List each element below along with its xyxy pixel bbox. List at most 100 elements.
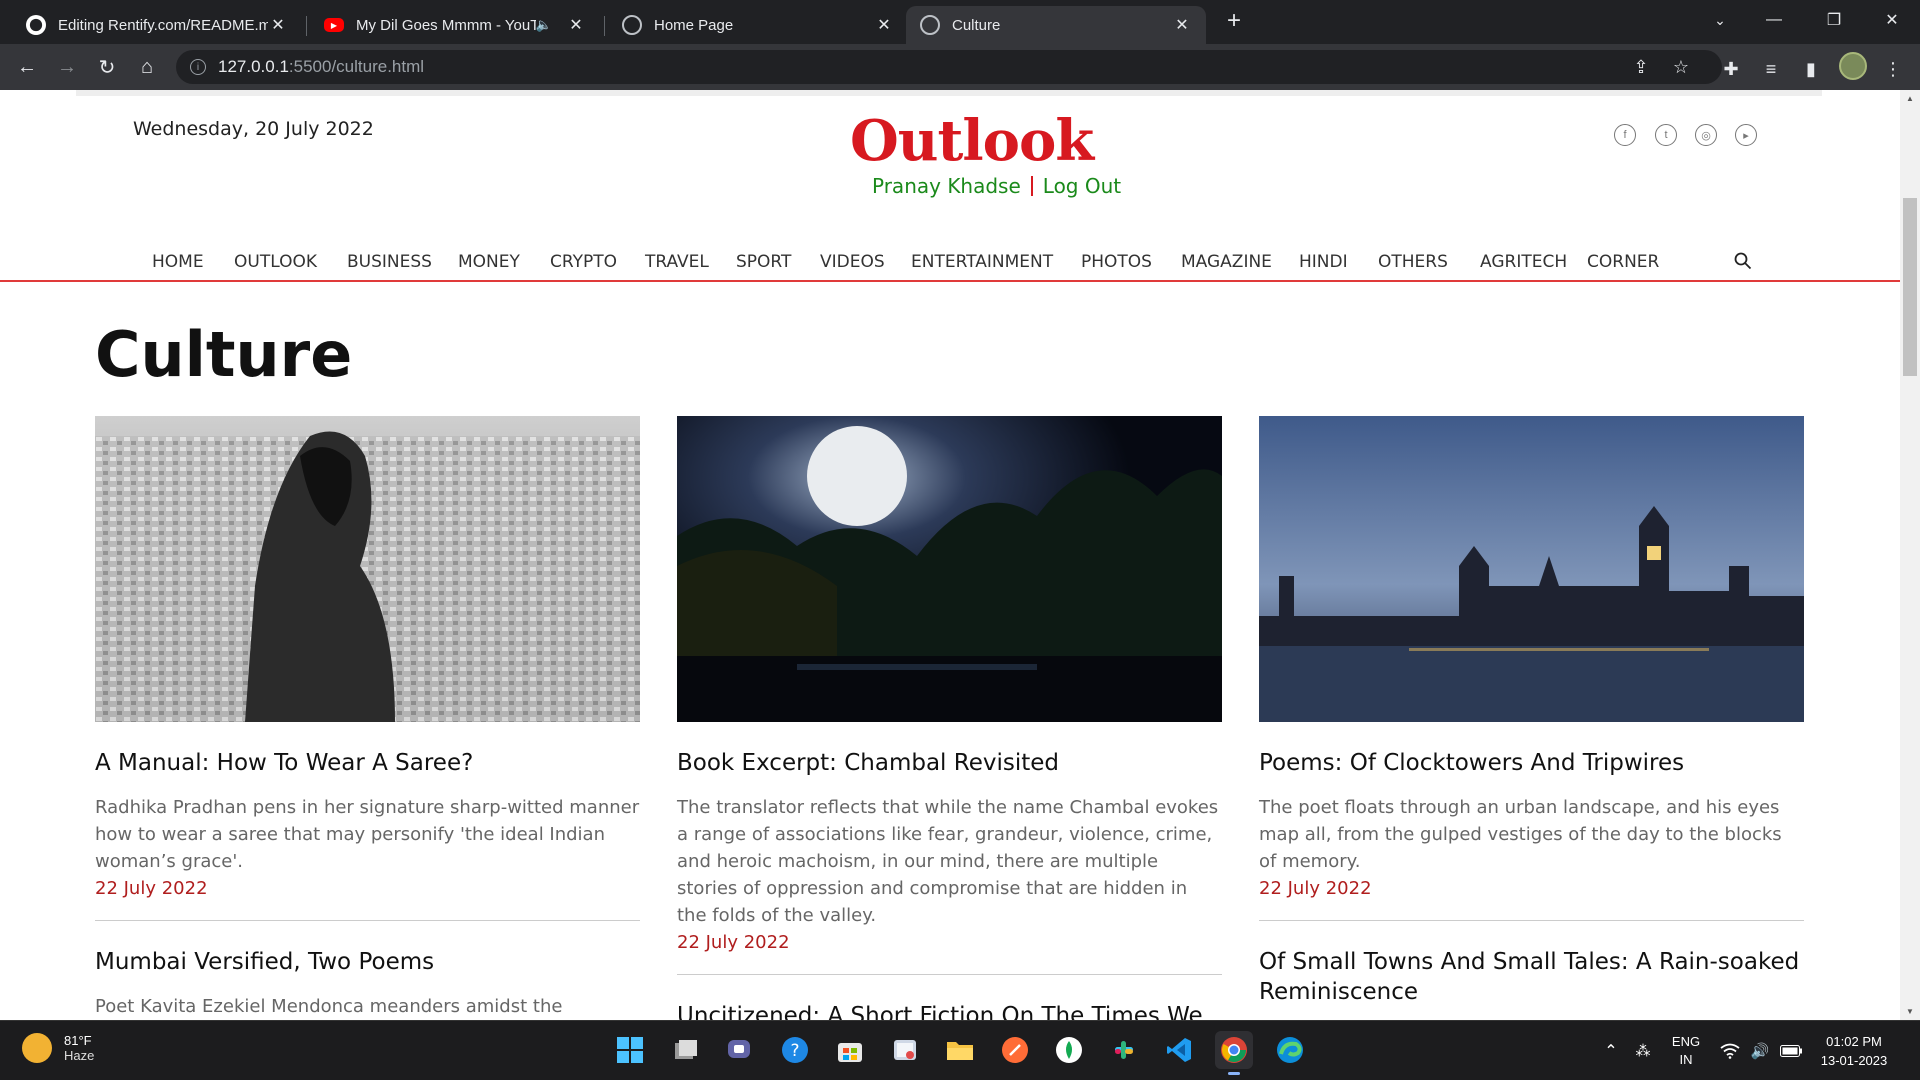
instagram-icon[interactable]: ◎ xyxy=(1695,124,1717,146)
weather-widget[interactable]: 81°F Haze xyxy=(22,1033,94,1063)
slack-icon[interactable] xyxy=(1105,1031,1143,1069)
article-title[interactable]: Poems: Of Clocktowers And Tripwires xyxy=(1259,748,1804,778)
main-nav: HOME OUTLOOK BUSINESS MONEY CRYPTO TRAVE… xyxy=(0,250,1900,282)
nav-videos[interactable]: VIDEOS xyxy=(820,252,885,272)
article-date: 22 July 2022 xyxy=(95,878,208,899)
task-view-icon[interactable] xyxy=(667,1031,705,1069)
youtube-icon[interactable]: ▸ xyxy=(1735,124,1757,146)
article-image-clocktower[interactable] xyxy=(1259,416,1804,722)
chevron-up-icon[interactable]: ⌃ xyxy=(1596,1021,1626,1080)
scroll-up-arrow-icon[interactable]: ▲ xyxy=(1900,94,1920,103)
nav-home[interactable]: HOME xyxy=(152,252,204,272)
tab-youtube[interactable]: ▶ My Dil Goes Mmmm - YouTube 🔈 ✕ xyxy=(310,6,600,44)
article-title[interactable]: Uncitizened: A Short Fiction On The Time… xyxy=(677,1001,1222,1020)
github-icon xyxy=(26,15,46,35)
address-bar[interactable]: i 127.0.0.1:5500/culture.html xyxy=(176,50,1722,84)
youtube-icon: ▶ xyxy=(324,18,344,32)
close-icon[interactable]: ✕ xyxy=(1172,15,1192,35)
minimize-button[interactable]: — xyxy=(1746,0,1802,40)
clock[interactable]: 01:02 PM 13-01-2023 xyxy=(1812,1021,1896,1080)
side-panel-icon[interactable]: ▮ xyxy=(1794,52,1828,86)
article-card[interactable]: Poems: Of Clocktowers And Tripwires The … xyxy=(1259,416,1804,1007)
volume-icon[interactable]: 🔊 xyxy=(1746,1021,1774,1080)
clock-time: 01:02 PM xyxy=(1826,1034,1882,1049)
network-sync-icon[interactable]: ⁂ xyxy=(1628,1021,1658,1080)
article-date: 22 July 2022 xyxy=(677,932,790,953)
snipping-tool-icon[interactable] xyxy=(886,1031,924,1069)
svg-text:?: ? xyxy=(790,1041,799,1061)
close-icon[interactable]: ✕ xyxy=(268,15,288,35)
back-arrow-icon[interactable]: ← xyxy=(12,52,42,82)
article-card[interactable]: Book Excerpt: Chambal Revisited The tran… xyxy=(677,416,1222,1020)
home-icon[interactable]: ⌂ xyxy=(132,52,162,82)
web-page: Wednesday, 20 July 2022 Outlook Pranay K… xyxy=(0,90,1900,1020)
search-icon[interactable] xyxy=(1734,252,1752,270)
close-window-button[interactable]: ✕ xyxy=(1864,0,1920,40)
article-title[interactable]: Of Small Towns And Small Tales: A Rain-s… xyxy=(1259,947,1804,1007)
globe-icon xyxy=(622,15,642,35)
scroll-down-arrow-icon[interactable]: ▼ xyxy=(1900,1007,1920,1016)
postman-icon[interactable] xyxy=(996,1031,1034,1069)
twitter-icon[interactable]: t xyxy=(1655,124,1677,146)
tab-github-readme[interactable]: Editing Rentify.com/README.md ✕ xyxy=(12,6,302,44)
info-icon[interactable]: i xyxy=(190,59,206,75)
nav-crypto[interactable]: CRYPTO xyxy=(550,252,617,272)
nav-corner[interactable]: CORNER xyxy=(1587,252,1659,272)
scrollbar-thumb[interactable] xyxy=(1903,198,1917,376)
speaker-icon[interactable]: 🔈 xyxy=(536,17,552,33)
article-image-saree[interactable] xyxy=(95,416,640,722)
share-icon[interactable]: ⇪ xyxy=(1624,50,1658,84)
vscode-icon[interactable] xyxy=(1160,1031,1198,1069)
media-queue-icon[interactable]: ≡ xyxy=(1754,52,1788,86)
nav-magazine[interactable]: MAGAZINE xyxy=(1181,252,1272,272)
restore-button[interactable]: ❐ xyxy=(1806,0,1862,40)
new-tab-button[interactable]: + xyxy=(1220,6,1248,38)
article-title[interactable]: Mumbai Versified, Two Poems xyxy=(95,947,640,977)
user-name-link[interactable]: Pranay Khadse xyxy=(872,174,1021,198)
page-scrollbar[interactable]: ▲ ▼ xyxy=(1900,90,1920,1020)
article-card[interactable]: A Manual: How To Wear A Saree? Radhika P… xyxy=(95,416,640,1020)
facebook-icon[interactable]: f xyxy=(1614,124,1636,146)
file-explorer-icon[interactable] xyxy=(941,1031,979,1069)
nav-agritech[interactable]: AGRITECH xyxy=(1480,252,1567,272)
bookmark-star-icon[interactable]: ☆ xyxy=(1664,50,1698,84)
divider xyxy=(1259,920,1804,921)
nav-travel[interactable]: TRAVEL xyxy=(645,252,709,272)
nav-entertainment[interactable]: ENTERTAINMENT xyxy=(911,252,1053,272)
kebab-menu-icon[interactable]: ⋮ xyxy=(1876,52,1910,86)
nav-sport[interactable]: SPORT xyxy=(736,252,791,272)
logout-link[interactable]: Log Out xyxy=(1043,174,1121,198)
outlook-logo[interactable]: Outlook xyxy=(850,108,1094,174)
nav-business[interactable]: BUSINESS xyxy=(347,252,432,272)
nav-photos[interactable]: PHOTOS xyxy=(1081,252,1152,272)
nav-hindi[interactable]: HINDI xyxy=(1299,252,1348,272)
extensions-puzzle-icon[interactable]: ✚ xyxy=(1714,52,1748,86)
nav-outlook[interactable]: OUTLOOK xyxy=(234,252,317,272)
language-indicator[interactable]: ENG IN xyxy=(1666,1021,1706,1080)
windows-start-icon[interactable] xyxy=(611,1031,649,1069)
article-title[interactable]: A Manual: How To Wear A Saree? xyxy=(95,748,640,778)
microsoft-store-icon[interactable] xyxy=(831,1031,869,1069)
help-icon[interactable]: ? xyxy=(776,1031,814,1069)
tab-home-page[interactable]: Home Page ✕ xyxy=(608,6,908,44)
article-title[interactable]: Book Excerpt: Chambal Revisited xyxy=(677,748,1222,778)
nav-others[interactable]: OTHERS xyxy=(1378,252,1448,272)
wifi-icon[interactable] xyxy=(1716,1021,1744,1080)
user-separator xyxy=(1030,176,1033,196)
article-summary: Poet Kavita Ezekiel Mendonca meanders am… xyxy=(95,996,563,1017)
edge-icon[interactable] xyxy=(1271,1031,1309,1069)
close-icon[interactable]: ✕ xyxy=(874,15,894,35)
teams-chat-icon[interactable] xyxy=(721,1031,759,1069)
article-image-chambal[interactable] xyxy=(677,416,1222,722)
reload-icon[interactable]: ↻ xyxy=(92,52,122,82)
tab-title: Home Page xyxy=(654,16,734,34)
avatar[interactable] xyxy=(1839,52,1867,80)
close-icon[interactable]: ✕ xyxy=(566,15,586,35)
battery-icon[interactable] xyxy=(1776,1021,1806,1080)
tab-search-icon[interactable]: ⌄ xyxy=(1692,0,1748,40)
nav-money[interactable]: MONEY xyxy=(458,252,520,272)
forward-arrow-icon[interactable]: → xyxy=(52,52,82,82)
mongodb-compass-icon[interactable] xyxy=(1050,1031,1088,1069)
tab-culture[interactable]: Culture ✕ xyxy=(906,6,1206,44)
chrome-icon[interactable] xyxy=(1215,1031,1253,1075)
